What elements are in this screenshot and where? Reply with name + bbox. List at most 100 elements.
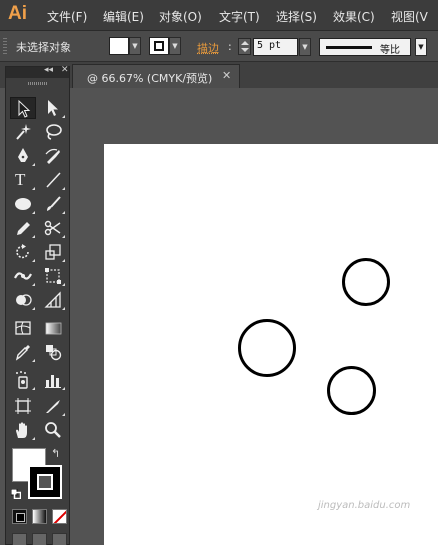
stroke-weight-dropdown-arrow[interactable]: ▼ — [299, 38, 311, 56]
control-bar-grip[interactable] — [3, 38, 7, 55]
gradient-tool[interactable] — [40, 317, 66, 339]
shape-builder-tool[interactable] — [10, 289, 36, 311]
ellipse-tool[interactable] — [10, 193, 36, 215]
stepper-down-icon[interactable] — [241, 48, 249, 52]
variable-width-profile-select[interactable]: 等比 — [319, 38, 411, 56]
stroke-label[interactable]: 描边 — [197, 40, 219, 56]
close-icon[interactable]: ✕ — [222, 69, 231, 82]
eyedropper-tool[interactable] — [10, 341, 36, 363]
magic-wand-tool[interactable] — [10, 121, 36, 143]
pen-icon — [18, 148, 28, 162]
color-mode-button[interactable] — [12, 509, 27, 524]
artboard-icon — [15, 398, 31, 414]
zoom-tool[interactable] — [40, 419, 66, 441]
eyedropper-icon — [15, 345, 30, 361]
width-icon — [14, 272, 32, 280]
gradient-mode-button[interactable] — [32, 509, 47, 524]
document-tab[interactable]: @ 66.67% (CMYK/预览) ✕ — [72, 64, 240, 88]
symbol-sprayer-tool[interactable] — [10, 369, 36, 391]
tools-panel-header[interactable]: ◂◂ ✕ — [6, 65, 69, 78]
fill-dropdown-arrow[interactable]: ▼ — [129, 37, 141, 55]
lasso-icon — [46, 124, 62, 140]
curvature-tool[interactable] — [40, 145, 66, 167]
circle-shape[interactable] — [238, 319, 296, 377]
perspective-grid-icon — [44, 291, 61, 308]
column-graph-icon — [45, 375, 61, 388]
menu-type[interactable]: 文字(T) — [219, 8, 260, 25]
pencil-tool[interactable] — [10, 217, 36, 239]
control-bar: 未选择对象 ▼ ▼ 描边 : 5 pt ▼ 等比 ▼ — [0, 31, 438, 62]
slice-tool[interactable] — [40, 395, 66, 417]
pencil-icon — [17, 222, 30, 235]
menu-edit[interactable]: 编辑(E) — [103, 8, 144, 25]
menu-file[interactable]: 文件(F) — [47, 8, 87, 25]
swap-fill-stroke-icon[interactable]: ↰ — [51, 447, 60, 460]
circle-shape[interactable] — [342, 258, 390, 306]
line-segment-tool[interactable] — [40, 169, 66, 191]
stroke-colon: : — [228, 40, 232, 53]
ellipse-icon — [15, 198, 31, 210]
app-logo: Ai — [8, 3, 27, 24]
paintbrush-icon — [47, 196, 61, 211]
column-graph-tool[interactable] — [40, 369, 66, 391]
paintbrush-tool[interactable] — [40, 193, 66, 215]
curvature-pen-icon — [45, 148, 60, 164]
blend-tool[interactable] — [40, 341, 66, 363]
stroke-weight-input[interactable]: 5 pt — [253, 38, 298, 56]
selection-arrow-icon — [18, 99, 31, 118]
graph-tool[interactable] — [40, 289, 66, 311]
shape-builder-icon — [16, 294, 32, 306]
close-icon[interactable]: ✕ — [61, 65, 69, 75]
lasso-tool[interactable] — [40, 121, 66, 143]
mesh-tool[interactable] — [10, 317, 36, 339]
free-transform-icon — [45, 268, 61, 284]
rotate-tool[interactable] — [10, 241, 36, 263]
artboard-tool[interactable] — [10, 395, 36, 417]
tools-panel: ◂◂ ✕ T ↰ — [5, 65, 70, 545]
rotate-icon — [16, 244, 29, 259]
hand-tool[interactable] — [10, 419, 36, 441]
free-transform-tool[interactable] — [40, 265, 66, 287]
menu-select[interactable]: 选择(S) — [276, 8, 317, 25]
canvas-area[interactable] — [71, 88, 438, 545]
draw-behind-button[interactable] — [32, 533, 47, 545]
fill-color-swatch[interactable] — [109, 37, 129, 55]
none-mode-button[interactable] — [52, 509, 67, 524]
document-tab-label: @ 66.67% (CMYK/预览) — [87, 72, 213, 85]
default-colors-icon[interactable] — [10, 488, 22, 500]
direct-selection-arrow-icon — [48, 100, 58, 116]
profile-line-preview — [326, 46, 372, 49]
scissors-tool[interactable] — [40, 217, 66, 239]
draw-inside-button[interactable] — [52, 533, 67, 545]
direct-selection-tool[interactable] — [40, 97, 66, 119]
type-icon: T — [15, 170, 26, 189]
menu-effect[interactable]: 效果(C) — [333, 8, 375, 25]
selection-status: 未选择对象 — [16, 41, 71, 54]
pen-tool[interactable] — [10, 145, 36, 167]
stepper-up-icon[interactable] — [241, 41, 249, 45]
artboard[interactable] — [104, 144, 438, 545]
selection-tool[interactable] — [10, 97, 36, 119]
width-tool[interactable] — [10, 265, 36, 287]
menu-bar: Ai 文件(F) 编辑(E) 对象(O) 文字(T) 选择(S) 效果(C) 视… — [0, 0, 438, 31]
symbol-sprayer-icon — [16, 371, 28, 389]
collapse-icon[interactable]: ◂◂ — [44, 65, 53, 75]
stroke-swatch-icon — [154, 41, 164, 51]
blend-icon — [46, 345, 62, 361]
draw-normal-button[interactable] — [12, 533, 27, 545]
type-tool[interactable]: T — [10, 169, 36, 191]
menu-object[interactable]: 对象(O) — [159, 8, 202, 25]
zoom-icon — [45, 422, 61, 438]
stroke-dropdown-arrow[interactable]: ▼ — [169, 37, 181, 55]
tools-panel-grip[interactable] — [28, 82, 48, 85]
profile-dropdown-arrow[interactable]: ▼ — [415, 38, 427, 56]
stroke-weight-stepper[interactable] — [238, 38, 251, 55]
watermark: jingyan.baidu.com — [318, 500, 411, 511]
stroke-color-swatch[interactable] — [149, 37, 169, 55]
scissors-icon — [44, 220, 61, 236]
scale-tool[interactable] — [40, 241, 66, 263]
circle-shape[interactable] — [327, 366, 376, 415]
gradient-icon — [45, 322, 62, 335]
menu-view[interactable]: 视图(V — [391, 8, 428, 25]
stroke-color-box[interactable] — [28, 465, 62, 499]
